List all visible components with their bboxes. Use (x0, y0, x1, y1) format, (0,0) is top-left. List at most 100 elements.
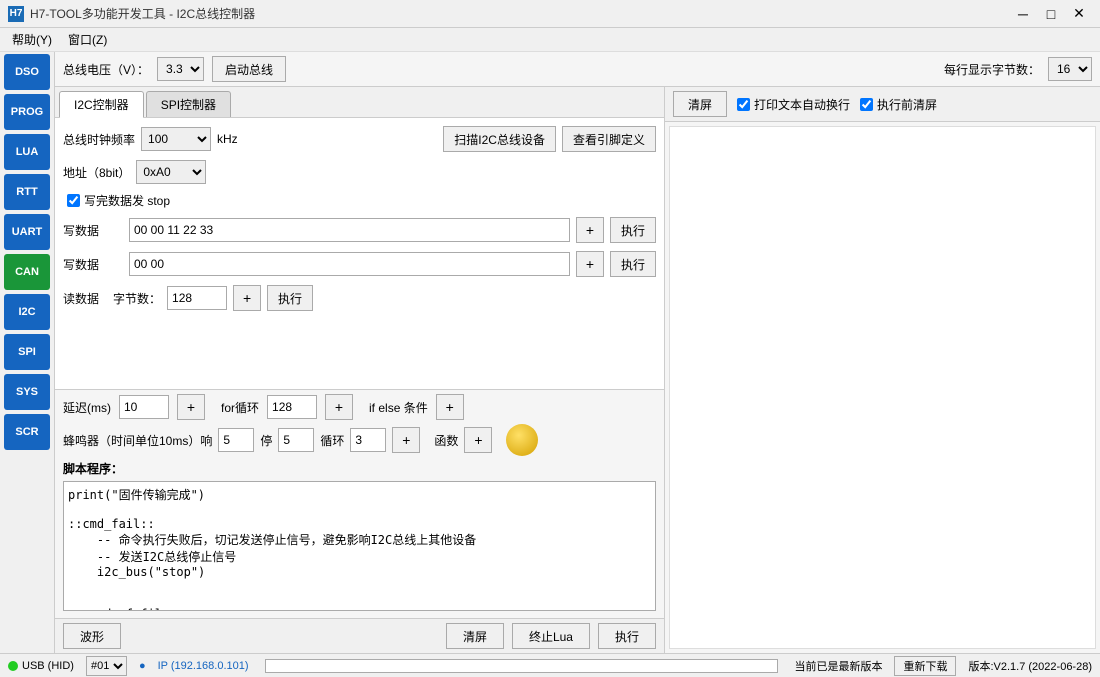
progress-bar (265, 659, 779, 673)
port-select[interactable]: #01 (86, 656, 127, 676)
sidebar-item-lua[interactable]: LUA (4, 134, 50, 170)
ip-address: IP (192.168.0.101) (158, 660, 249, 672)
menu-window[interactable]: 窗口(Z) (60, 29, 115, 50)
for-label: for循环 (221, 399, 259, 416)
auto-wrap-checkbox[interactable] (737, 98, 750, 111)
delay-row: 延迟(ms) + for循环 + if else 条件 + (63, 394, 656, 420)
stop-label: 写完数据发 stop (84, 192, 170, 209)
for-input[interactable] (267, 395, 317, 419)
ip-label: ● (139, 660, 146, 672)
read-data-label: 读数据 (63, 290, 99, 307)
sidebar-item-rtt[interactable]: RTT (4, 174, 50, 210)
clear-before-label[interactable]: 执行前清屏 (860, 96, 937, 113)
script-area: 延迟(ms) + for循环 + if else 条件 + 蜂鸣器（时间单位10… (55, 389, 664, 618)
right-clear-button[interactable]: 清屏 (673, 91, 727, 117)
read-data-plus-button[interactable]: + (233, 285, 261, 311)
read-data-row: 读数据 字节数： + 执行 (63, 285, 656, 311)
buzzer-row: 蜂鸣器（时间单位10ms）响 停 循环 + 函数 + (63, 424, 656, 456)
addr-select[interactable]: 0xA0 0x50 (136, 160, 206, 184)
sidebar-item-can[interactable]: CAN (4, 254, 50, 290)
clock-label: 总线时钟频率 (63, 131, 135, 148)
sidebar-item-prog[interactable]: PROG (4, 94, 50, 130)
sidebar-item-dso[interactable]: DSO (4, 54, 50, 90)
buzzer-loop-label: 循环 (320, 432, 344, 449)
read-data-exec-button[interactable]: 执行 (267, 285, 313, 311)
minimize-button[interactable]: ─ (1010, 3, 1036, 25)
sidebar-item-sys[interactable]: SYS (4, 374, 50, 410)
write-data-1-exec-button[interactable]: 执行 (610, 217, 656, 243)
auto-wrap-text: 打印文本自动换行 (754, 96, 850, 113)
clear-before-text: 执行前清屏 (877, 96, 937, 113)
version-text: 版本:V2.1.7 (2022-06-28) (968, 658, 1092, 674)
write-data-input-2[interactable] (129, 252, 570, 276)
menu-help[interactable]: 帮助(Y) (4, 29, 60, 50)
close-button[interactable]: ✕ (1066, 3, 1092, 25)
write-data-1-row: 写数据 + 执行 (63, 217, 656, 243)
ifelse-plus-button[interactable]: + (436, 394, 464, 420)
addr-row: 地址（8bit） 0xA0 0x50 (63, 160, 656, 184)
write-data-label-1: 写数据 (63, 222, 123, 239)
write-data-input-1[interactable] (129, 218, 570, 242)
bottom-bar: 波形 清屏 终止Lua 执行 (55, 618, 664, 653)
left-panel: I2C控制器 SPI控制器 总线时钟频率 100 400 kHz (55, 87, 665, 653)
voltage-select[interactable]: 3.3 5.0 (157, 57, 204, 81)
exec-button[interactable]: 执行 (598, 623, 656, 649)
read-bytes-input[interactable] (167, 286, 227, 310)
usb-indicator (8, 661, 18, 671)
buzzer-plus-button[interactable]: + (392, 427, 420, 453)
buzzer-sound-input[interactable] (218, 428, 254, 452)
clock-select[interactable]: 100 400 (141, 127, 211, 151)
addr-label: 地址（8bit） (63, 164, 130, 181)
redownload-button[interactable]: 重新下载 (894, 656, 956, 676)
clock-row: 总线时钟频率 100 400 kHz 扫描I2C总线设备 查看引脚定义 (63, 126, 656, 152)
sidebar-item-spi[interactable]: SPI (4, 334, 50, 370)
buzzer-stop-input[interactable] (278, 428, 314, 452)
for-plus-button[interactable]: + (325, 394, 353, 420)
start-bus-button[interactable]: 启动总线 (212, 56, 286, 82)
titlebar: H7 H7-TOOL多功能开发工具 - I2C总线控制器 ─ □ ✕ (0, 0, 1100, 28)
statusbar: USB (HID) #01 ● IP (192.168.0.101) 当前已是最… (0, 653, 1100, 677)
bytes-num-label: 字节数： (113, 290, 161, 307)
bottom-clear-button[interactable]: 清屏 (446, 623, 504, 649)
content-area: 总线电压（V）： 3.3 5.0 启动总线 每行显示字节数： 16 8 32 (55, 52, 1100, 653)
write-data-1-plus-button[interactable]: + (576, 217, 604, 243)
func-plus-button[interactable]: + (464, 427, 492, 453)
buzzer-loop-input[interactable] (350, 428, 386, 452)
sidebar: DSO PROG LUA RTT UART CAN I2C SPI SYS SC… (0, 52, 55, 653)
write-data-label-2: 写数据 (63, 256, 123, 273)
maximize-button[interactable]: □ (1038, 3, 1064, 25)
write-data-2-row: 写数据 + 执行 (63, 251, 656, 277)
pin-def-button[interactable]: 查看引脚定义 (562, 126, 656, 152)
sidebar-item-uart[interactable]: UART (4, 214, 50, 250)
buzzer-label: 蜂鸣器（时间单位10ms）响 (63, 432, 212, 449)
bottom-right-buttons: 清屏 终止Lua 执行 (446, 623, 656, 649)
sidebar-item-i2c[interactable]: I2C (4, 294, 50, 330)
script-editor-wrap (63, 481, 656, 614)
write-data-2-plus-button[interactable]: + (576, 251, 604, 277)
wave-button[interactable]: 波形 (63, 623, 121, 649)
script-editor[interactable] (63, 481, 656, 611)
bytes-per-line-select[interactable]: 16 8 32 (1048, 57, 1092, 81)
stop-checkbox-row: 写完数据发 stop (67, 192, 656, 209)
delay-input[interactable] (119, 395, 169, 419)
window-controls: ─ □ ✕ (1010, 3, 1092, 25)
clear-before-checkbox[interactable] (860, 98, 873, 111)
yellow-indicator (506, 424, 538, 456)
scan-i2c-button[interactable]: 扫描I2C总线设备 (443, 126, 556, 152)
delay-plus-button[interactable]: + (177, 394, 205, 420)
write-data-2-exec-button[interactable]: 执行 (610, 251, 656, 277)
sidebar-item-scr[interactable]: SCR (4, 414, 50, 450)
middle-area: I2C控制器 SPI控制器 总线时钟频率 100 400 kHz (55, 87, 1100, 653)
stop-lua-button[interactable]: 终止Lua (512, 623, 590, 649)
buzzer-stop-label: 停 (260, 432, 272, 449)
right-toolbar: 清屏 打印文本自动换行 执行前清屏 (665, 87, 1100, 122)
ifelse-label: if else 条件 (369, 399, 428, 416)
app-title: H7-TOOL多功能开发工具 - I2C总线控制器 (30, 5, 1010, 22)
tab-i2c[interactable]: I2C控制器 (59, 91, 144, 118)
menubar: 帮助(Y) 窗口(Z) (0, 28, 1100, 52)
tab-spi[interactable]: SPI控制器 (146, 91, 231, 117)
app-icon: H7 (8, 6, 24, 22)
auto-wrap-label[interactable]: 打印文本自动换行 (737, 96, 850, 113)
right-panel: 清屏 打印文本自动换行 执行前清屏 (665, 87, 1100, 653)
stop-checkbox[interactable] (67, 194, 80, 207)
